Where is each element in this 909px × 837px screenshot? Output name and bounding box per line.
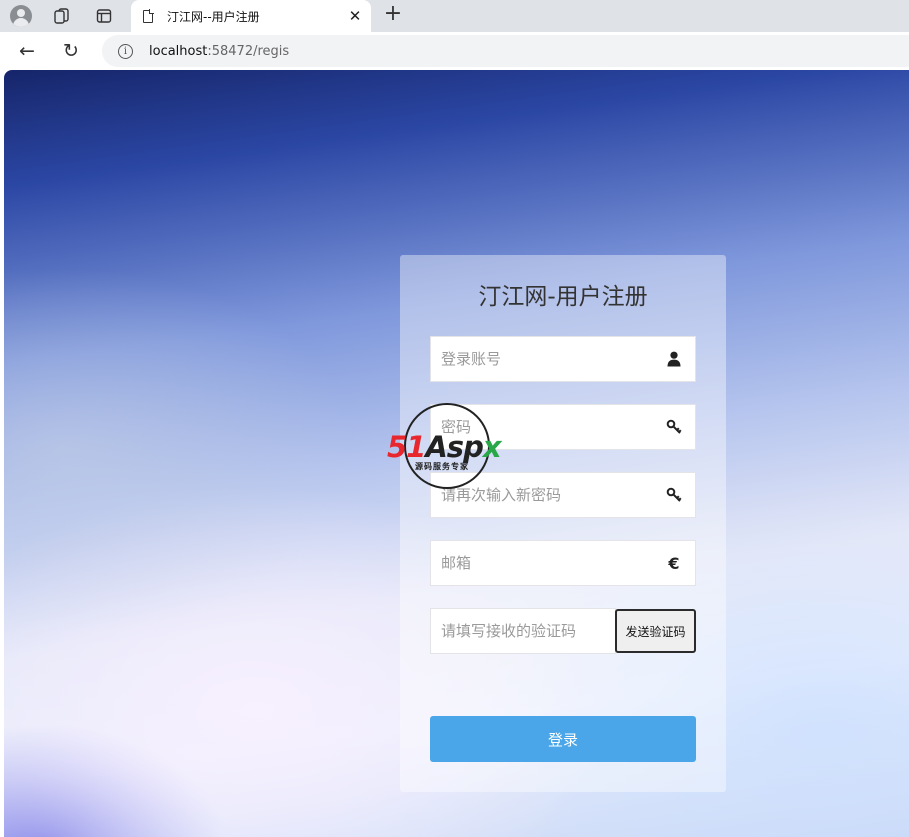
account-input[interactable] <box>431 337 695 381</box>
workspaces-icon <box>54 8 69 24</box>
reload-button[interactable]: ↻ <box>58 38 84 64</box>
account-field <box>430 336 696 382</box>
new-tab-button[interactable]: + <box>380 1 406 26</box>
watermark-subtitle: 源码服务专家 <box>415 462 469 471</box>
user-icon <box>665 350 683 368</box>
page-title: 汀江网-用户注册 <box>478 284 648 310</box>
key-icon <box>665 418 683 436</box>
url-path: :58472/regis <box>207 43 290 59</box>
register-panel: 汀江网-用户注册 登录账号 邮箱 € 请填写接收的验证码 发送验证码 登录 <box>400 255 726 792</box>
euro-icon: € <box>668 553 680 573</box>
watermark-brand-red: 51 <box>387 430 426 464</box>
browser-tab-bar: 汀江网--用户注册 ✕ + <box>0 0 909 32</box>
browser-nav-bar: ← ↻ i localhost:58472/regis <box>0 32 909 70</box>
watermark-logo: 51Aspx 源码服务专家 <box>384 400 514 496</box>
submit-button[interactable]: 登录 <box>430 716 696 762</box>
url-host: localhost <box>149 43 208 59</box>
verify-code-field <box>430 608 616 654</box>
email-input[interactable] <box>431 541 695 585</box>
close-tab-icon[interactable]: ✕ <box>345 7 365 25</box>
profile-avatar-icon <box>10 5 32 27</box>
key-icon <box>665 486 683 504</box>
workspaces-button[interactable] <box>49 3 75 29</box>
profile-button[interactable] <box>8 3 34 29</box>
tab-actions-icon <box>96 9 112 23</box>
url-text: localhost:58472/regis <box>149 44 289 59</box>
verify-code-input[interactable] <box>431 609 615 653</box>
tab-register[interactable]: 汀江网--用户注册 ✕ <box>131 0 371 32</box>
watermark-brand-green: x <box>482 430 502 464</box>
send-code-button[interactable]: 发送验证码 <box>615 609 696 653</box>
site-info-icon[interactable]: i <box>118 43 133 59</box>
tab-title: 汀江网--用户注册 <box>167 9 260 24</box>
address-bar[interactable]: i localhost:58472/regis <box>102 35 909 67</box>
page-background: 汀江网-用户注册 登录账号 邮箱 € 请填写接收的验证码 发送验证码 登录 51… <box>4 70 909 837</box>
email-field: € <box>430 540 696 586</box>
watermark-brand-dark: Asp <box>425 430 483 464</box>
watermark-brand: 51Aspx <box>387 430 502 464</box>
document-icon <box>143 9 154 23</box>
back-button[interactable]: ← <box>14 38 40 64</box>
tab-actions-button[interactable] <box>91 3 117 29</box>
